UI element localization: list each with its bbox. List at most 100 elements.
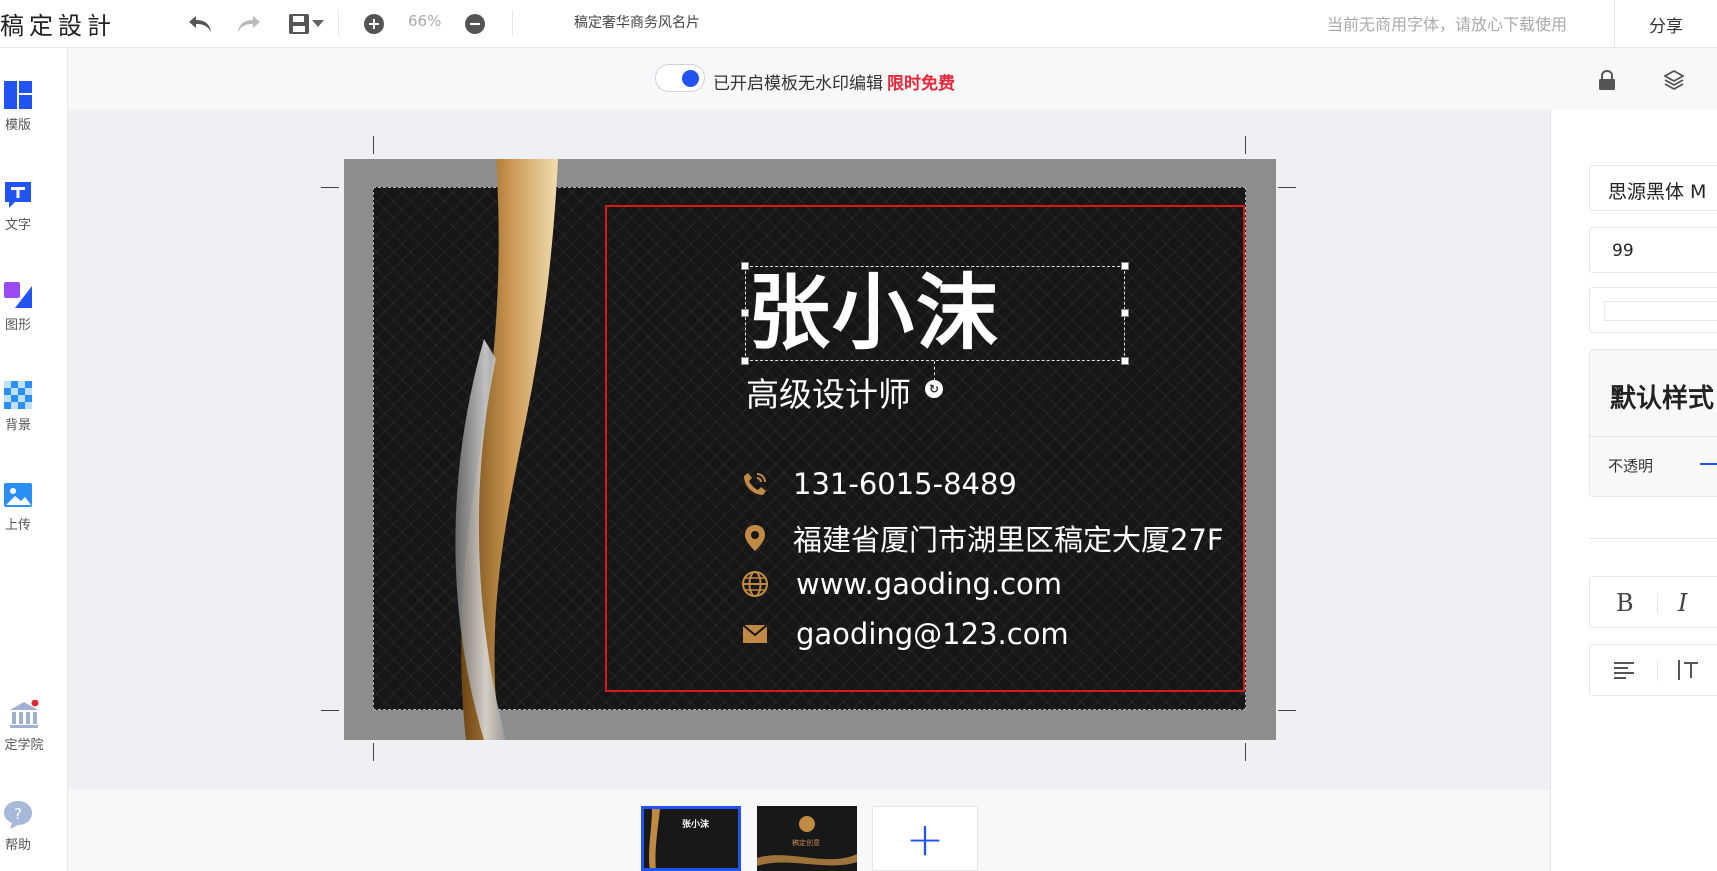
watermark-toggle[interactable] [655, 64, 705, 92]
watermark-bar: 已开启模板无水印编辑 限时免费 [68, 48, 1717, 110]
text-icon [5, 182, 31, 208]
undo-icon[interactable] [184, 8, 216, 40]
free-badge: 限时免费 [887, 74, 955, 94]
font-size-value: 99 [1612, 241, 1634, 261]
sidebar-item-label: 背景 [4, 418, 31, 433]
font-size-input[interactable]: 99 [1589, 227, 1717, 273]
share-button[interactable]: 分享 [1614, 0, 1717, 48]
card-phone-text: 131-6015-8489 [793, 467, 1017, 501]
location-pin-icon [740, 523, 770, 553]
zoom-out-icon[interactable] [459, 8, 491, 40]
property-panel: 思源黑体 M 99 默认样式 不透明 B I [1550, 110, 1717, 871]
card-email-row[interactable]: gaoding@123.com [740, 617, 1069, 651]
sidebar-item-label: 帮助 [4, 838, 31, 853]
bold-button[interactable]: B [1616, 589, 1634, 617]
divider [1590, 436, 1717, 437]
phone-icon [740, 469, 770, 499]
resize-handle[interactable] [741, 309, 749, 317]
sidebar-item-upload[interactable]: 上传 [0, 480, 36, 533]
rotate-handle-icon[interactable]: ↻ [925, 380, 943, 398]
layers-icon[interactable] [1663, 69, 1685, 94]
crop-mark [373, 136, 374, 154]
sidebar-item-label: 模版 [4, 118, 31, 133]
italic-button[interactable]: I [1678, 589, 1687, 617]
font-family-select[interactable]: 思源黑体 M [1589, 165, 1717, 211]
crop-mark [1245, 743, 1246, 761]
rotate-connector [934, 361, 935, 381]
resize-handle[interactable] [1121, 357, 1129, 365]
divider [338, 10, 339, 36]
upload-icon [4, 483, 32, 507]
sidebar-item-help[interactable]: ? 帮助 [0, 800, 36, 853]
document-title[interactable]: 稿定奢华商务风名片 [574, 12, 700, 32]
sidebar-item-label: 文字 [4, 218, 31, 233]
sidebar-item-label: 定学院 [4, 738, 44, 753]
resize-handle[interactable] [741, 262, 749, 270]
save-dropdown-chevron-icon[interactable] [308, 8, 328, 40]
crop-mark [321, 710, 339, 711]
line-height-icon[interactable] [1678, 659, 1700, 685]
letter-spacing-control[interactable] [1589, 287, 1717, 333]
svg-text:?: ? [14, 805, 22, 823]
zoom-in-icon[interactable] [358, 8, 390, 40]
card-website-text: www.gaoding.com [796, 567, 1063, 601]
card-website-row[interactable]: www.gaoding.com [740, 567, 1062, 601]
crop-mark [321, 187, 339, 188]
crop-mark [1278, 710, 1296, 711]
card-address-text: 福建省厦门市湖里区稿定大厦27F [793, 523, 1224, 557]
lock-icon[interactable] [1598, 69, 1616, 94]
left-sidebar: 模版 文字 图形 背景 上传 定学院 ? 帮助 [0, 48, 68, 871]
mail-icon [740, 619, 770, 649]
sidebar-item-label: 上传 [4, 518, 31, 533]
top-toolbar: 稿定設計 66% 稿定奢华商务风名片 当前无商用字体，请放心下载使用 分享 [0, 0, 1717, 48]
spacing-slider-track[interactable] [1604, 301, 1717, 321]
globe-icon [740, 569, 770, 599]
divider [1657, 661, 1658, 681]
add-page-button[interactable]: + [872, 806, 978, 871]
crop-mark [373, 743, 374, 761]
sidebar-item-shape[interactable]: 图形 [0, 280, 36, 333]
crop-mark [1278, 187, 1296, 188]
resize-handle[interactable] [1121, 262, 1129, 270]
opacity-label: 不透明 [1608, 457, 1654, 475]
card-phone-row[interactable]: 131-6015-8489 [740, 467, 1017, 501]
sidebar-item-text[interactable]: 文字 [0, 180, 36, 233]
template-icon [4, 81, 32, 109]
card-address-row[interactable]: 福建省厦门市湖里区稿定大厦27F [740, 517, 1224, 559]
academy-icon [10, 700, 39, 728]
watermark-text: 已开启模板无水印编辑 [713, 74, 883, 94]
sidebar-item-background[interactable]: 背景 [0, 380, 36, 433]
opacity-slider[interactable] [1700, 463, 1717, 465]
card-role-text[interactable]: 高级设计师 [746, 368, 911, 416]
default-style-card[interactable]: 默认样式 不透明 [1589, 349, 1717, 497]
page-thumbnail-2[interactable]: 稿定创意 [757, 806, 857, 871]
thumbnail-name: 张小沫 [682, 820, 710, 830]
sidebar-item-academy[interactable]: 定学院 [0, 700, 54, 753]
align-left-icon[interactable] [1614, 661, 1636, 683]
gold-ribbon-decoration[interactable] [436, 159, 576, 740]
app-logo[interactable]: 稿定設計 [0, 6, 116, 41]
alignment-group [1589, 644, 1717, 696]
help-icon: ? [4, 801, 32, 829]
resize-handle[interactable] [1121, 309, 1129, 317]
background-icon [4, 381, 32, 409]
zoom-level: 66% [408, 12, 442, 30]
divider [512, 10, 513, 36]
shape-icon [4, 282, 32, 308]
text-style-group: B I [1589, 576, 1717, 628]
crop-mark [1245, 136, 1246, 154]
redo-icon[interactable] [233, 8, 265, 40]
thumbnail-brand: 稿定创意 [792, 839, 820, 847]
resize-handle[interactable] [741, 357, 749, 365]
watermark-status: 已开启模板无水印编辑 限时免费 [713, 69, 955, 94]
sidebar-item-label: 图形 [4, 318, 31, 333]
card-email-text: gaoding@123.com [796, 617, 1069, 651]
font-family-value: 思源黑体 M [1608, 181, 1707, 203]
sidebar-item-template[interactable]: 模版 [0, 80, 36, 133]
default-style-title: 默认样式 [1610, 384, 1715, 414]
divider [1589, 538, 1717, 539]
page-thumbnail-1[interactable]: 张小沫 [641, 806, 741, 871]
divider [1657, 593, 1658, 613]
selection-box[interactable] [745, 266, 1125, 361]
toggle-knob [682, 70, 699, 87]
